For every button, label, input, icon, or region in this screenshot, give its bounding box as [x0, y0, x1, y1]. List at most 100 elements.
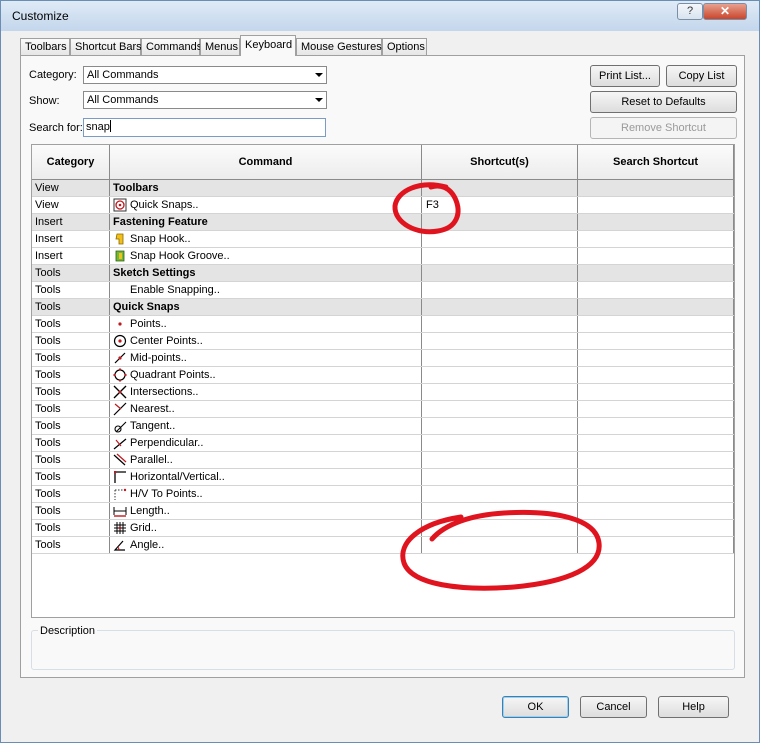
table-row[interactable]: Tools Points..: [32, 316, 734, 333]
search-shortcut-cell[interactable]: [578, 520, 734, 536]
table-row[interactable]: Tools Angle..: [32, 537, 734, 554]
shortcut-cell[interactable]: [422, 316, 578, 332]
table-row[interactable]: Insert Snap Hook Groove..: [32, 248, 734, 265]
category-cell: Tools: [32, 486, 110, 502]
tab-toolbars[interactable]: Toolbars: [20, 38, 70, 55]
search-shortcut-cell[interactable]: [578, 452, 734, 468]
shortcut-cell[interactable]: [422, 282, 578, 298]
shortcut-cell[interactable]: [422, 469, 578, 485]
tab-menus[interactable]: Menus: [200, 38, 240, 55]
table-row[interactable]: Tools Enable Snapping..: [32, 282, 734, 299]
shortcut-cell[interactable]: [422, 214, 578, 230]
table-row[interactable]: Tools Mid-points..: [32, 350, 734, 367]
table-row[interactable]: Insert Snap Hook..: [32, 231, 734, 248]
search-shortcut-cell[interactable]: [578, 486, 734, 502]
tab-keyboard[interactable]: Keyboard: [240, 35, 296, 56]
copy-list-button[interactable]: Copy List: [666, 65, 737, 87]
header-category[interactable]: Category: [32, 145, 110, 179]
category-cell: Insert: [32, 248, 110, 264]
shortcut-cell[interactable]: [422, 503, 578, 519]
table-row[interactable]: Tools Quadrant Points..: [32, 367, 734, 384]
table-group-row[interactable]: View Toolbars: [32, 180, 734, 197]
table-row[interactable]: Tools Horizontal/Vertical..: [32, 469, 734, 486]
search-shortcut-cell[interactable]: [578, 180, 734, 196]
search-shortcut-cell[interactable]: [578, 350, 734, 366]
table-row[interactable]: View Quick Snaps.. F3: [32, 197, 734, 214]
table-group-row[interactable]: Tools Quick Snaps: [32, 299, 734, 316]
text-caret: [109, 120, 111, 132]
shortcut-cell[interactable]: [422, 367, 578, 383]
shortcut-cell[interactable]: [422, 248, 578, 264]
table-row[interactable]: Tools Grid..: [32, 520, 734, 537]
shortcut-cell[interactable]: [422, 435, 578, 451]
shortcut-cell[interactable]: [422, 350, 578, 366]
tab-options[interactable]: Options: [382, 38, 427, 55]
search-shortcut-cell[interactable]: [578, 282, 734, 298]
shortcut-cell[interactable]: [422, 265, 578, 281]
table-row[interactable]: Tools Parallel..: [32, 452, 734, 469]
search-shortcut-cell[interactable]: [578, 316, 734, 332]
table-row[interactable]: Tools Center Points..: [32, 333, 734, 350]
table-row[interactable]: Tools Perpendicular..: [32, 435, 734, 452]
shortcut-cell[interactable]: [422, 520, 578, 536]
table-row[interactable]: Tools Length..: [32, 503, 734, 520]
search-shortcut-cell[interactable]: [578, 503, 734, 519]
search-shortcut-cell[interactable]: [578, 231, 734, 247]
reset-defaults-button[interactable]: Reset to Defaults: [590, 91, 737, 113]
search-shortcut-cell[interactable]: [578, 197, 734, 213]
shortcut-cell[interactable]: [422, 333, 578, 349]
remove-shortcut-button[interactable]: Remove Shortcut: [590, 117, 737, 139]
category-select[interactable]: All Commands: [83, 66, 327, 84]
table-row[interactable]: Tools H/V To Points..: [32, 486, 734, 503]
shortcut-cell[interactable]: [422, 384, 578, 400]
search-shortcut-cell[interactable]: [578, 469, 734, 485]
show-select[interactable]: All Commands: [83, 91, 327, 109]
shortcut-cell[interactable]: [422, 401, 578, 417]
search-shortcut-cell[interactable]: [578, 435, 734, 451]
category-cell: Tools: [32, 520, 110, 536]
help-title-button[interactable]: ?: [677, 3, 703, 20]
shortcut-cell[interactable]: [422, 231, 578, 247]
search-shortcut-cell[interactable]: [578, 248, 734, 264]
search-shortcut-cell[interactable]: [578, 418, 734, 434]
table-row[interactable]: Tools Tangent..: [32, 418, 734, 435]
search-shortcut-cell[interactable]: [578, 299, 734, 315]
tab-commands[interactable]: Commands: [141, 38, 202, 55]
table-group-row[interactable]: Insert Fastening Feature: [32, 214, 734, 231]
search-shortcut-cell[interactable]: [578, 401, 734, 417]
search-shortcut-cell[interactable]: [578, 384, 734, 400]
ok-button[interactable]: OK: [502, 696, 569, 718]
command-cell: Points..: [110, 316, 422, 332]
help-button[interactable]: Help: [658, 696, 729, 718]
close-button[interactable]: ✕: [703, 3, 747, 20]
header-command[interactable]: Command: [110, 145, 422, 179]
search-shortcut-cell[interactable]: [578, 214, 734, 230]
command-label: Tangent..: [130, 420, 176, 432]
table-row[interactable]: Tools Intersections..: [32, 384, 734, 401]
search-shortcut-cell[interactable]: [578, 367, 734, 383]
search-value: snap: [86, 121, 110, 133]
search-shortcut-cell[interactable]: [578, 265, 734, 281]
shortcut-cell[interactable]: [422, 537, 578, 553]
table-group-row[interactable]: Tools Sketch Settings: [32, 265, 734, 282]
category-cell: Tools: [32, 435, 110, 451]
tab-shortcut-bars[interactable]: Shortcut Bars: [70, 38, 142, 55]
table-row[interactable]: Tools Nearest..: [32, 401, 734, 418]
header-search-shortcut[interactable]: Search Shortcut: [578, 145, 734, 179]
shortcut-cell[interactable]: [422, 452, 578, 468]
point-icon: [118, 322, 122, 326]
search-shortcut-cell[interactable]: [578, 333, 734, 349]
shortcut-cell[interactable]: [422, 180, 578, 196]
search-input[interactable]: snap: [83, 118, 326, 137]
cancel-button[interactable]: Cancel: [580, 696, 647, 718]
shortcut-cell[interactable]: F3: [422, 197, 578, 213]
tab-mouse-gestures[interactable]: Mouse Gestures: [296, 38, 382, 55]
category-cell: Tools: [32, 469, 110, 485]
print-list-button[interactable]: Print List...: [590, 65, 660, 87]
search-shortcut-cell[interactable]: [578, 537, 734, 553]
shortcut-cell[interactable]: [422, 299, 578, 315]
header-shortcuts[interactable]: Shortcut(s): [422, 145, 578, 179]
title-bar[interactable]: Customize ? ✕: [1, 1, 759, 31]
shortcut-cell[interactable]: [422, 418, 578, 434]
shortcut-cell[interactable]: [422, 486, 578, 502]
